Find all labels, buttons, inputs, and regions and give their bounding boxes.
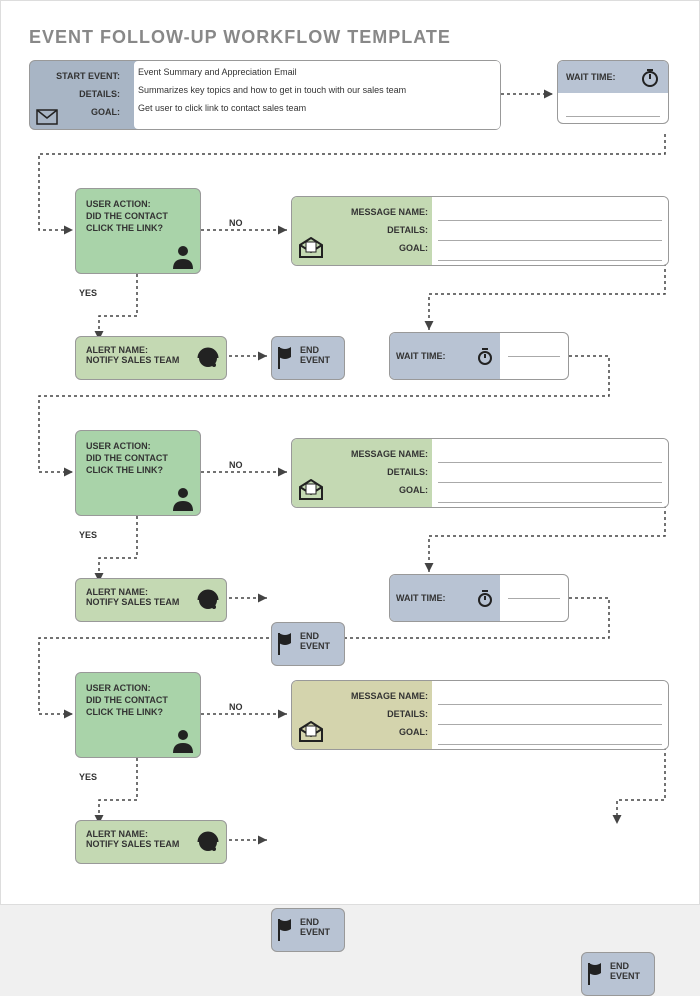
mail-icon xyxy=(36,109,58,125)
start-value-3: Get user to click link to contact sales … xyxy=(134,99,500,117)
decision-text: DID THE CONTACT CLICK THE LINK? xyxy=(86,211,172,234)
decision-label: USER ACTION: xyxy=(86,199,172,209)
end-box-2: END EVENT xyxy=(271,622,345,666)
wait-box-3: WAIT TIME: xyxy=(389,574,569,622)
yes-label-1: YES xyxy=(79,288,97,298)
canvas: START EVENT: DETAILS: GOAL: Event Summar… xyxy=(29,60,673,880)
end-box-1: END EVENT xyxy=(271,336,345,380)
msg-label-3: GOAL: xyxy=(399,243,428,253)
alert-text: NOTIFY SALES TEAM xyxy=(86,355,194,365)
message-box-1: MESSAGE NAME: DETAILS: GOAL: xyxy=(291,196,669,266)
start-event-box: START EVENT: DETAILS: GOAL: Event Summar… xyxy=(29,60,501,130)
open-mail-icon xyxy=(298,479,324,501)
no-label-1: NO xyxy=(229,218,243,228)
start-label-1: START EVENT: xyxy=(34,71,126,81)
flag-icon xyxy=(276,345,296,371)
open-mail-icon xyxy=(298,721,324,743)
wait-label-2: WAIT TIME: xyxy=(396,351,446,361)
wait-label: WAIT TIME: xyxy=(566,72,616,82)
decision-box-2: USER ACTION: DID THE CONTACT CLICK THE L… xyxy=(75,430,201,516)
alert-box-1: ALERT NAME: NOTIFY SALES TEAM xyxy=(75,336,227,380)
wait-box-1: WAIT TIME: xyxy=(557,60,669,124)
person-icon xyxy=(170,485,196,511)
no-label-2: NO xyxy=(229,460,243,470)
alert-box-2: ALERT NAME:NOTIFY SALES TEAM xyxy=(75,578,227,622)
no-label-3: NO xyxy=(229,702,243,712)
headset-icon xyxy=(194,586,222,614)
decision-box-3: USER ACTION: DID THE CONTACT CLICK THE L… xyxy=(75,672,201,758)
start-label-2: DETAILS: xyxy=(34,89,126,99)
start-value-1: Event Summary and Appreciation Email xyxy=(134,63,500,81)
msg-label-2: DETAILS: xyxy=(387,225,428,235)
stopwatch-icon xyxy=(476,347,494,365)
yes-label-3: YES xyxy=(79,772,97,782)
person-icon xyxy=(170,243,196,269)
message-box-3: MESSAGE NAME: DETAILS: GOAL: xyxy=(291,680,669,750)
decision-box-1: USER ACTION: DID THE CONTACT CLICK THE L… xyxy=(75,188,201,274)
stopwatch-icon xyxy=(640,67,660,87)
flag-icon xyxy=(276,917,296,943)
open-mail-icon xyxy=(298,237,324,259)
person-icon xyxy=(170,727,196,753)
start-value-2: Summarizes key topics and how to get in … xyxy=(134,81,500,99)
flag-icon xyxy=(276,631,296,657)
page-title: EVENT FOLLOW-UP WORKFLOW TEMPLATE xyxy=(29,27,671,48)
end-label: END EVENT xyxy=(300,345,330,365)
msg-label-1: MESSAGE NAME: xyxy=(351,207,428,217)
message-box-2: MESSAGE NAME: DETAILS: GOAL: xyxy=(291,438,669,508)
flag-icon xyxy=(586,961,606,987)
wait-box-2: WAIT TIME: xyxy=(389,332,569,380)
alert-box-3: ALERT NAME:NOTIFY SALES TEAM xyxy=(75,820,227,864)
end-box-4: END EVENT xyxy=(581,952,655,996)
page: EVENT FOLLOW-UP WORKFLOW TEMPLATE START … xyxy=(0,0,700,905)
end-box-3: END EVENT xyxy=(271,908,345,952)
stopwatch-icon xyxy=(476,589,494,607)
wait-value-line xyxy=(566,101,660,117)
yes-label-2: YES xyxy=(79,530,97,540)
headset-icon xyxy=(194,344,222,372)
alert-label: ALERT NAME: xyxy=(86,345,194,355)
headset-icon xyxy=(194,828,222,856)
